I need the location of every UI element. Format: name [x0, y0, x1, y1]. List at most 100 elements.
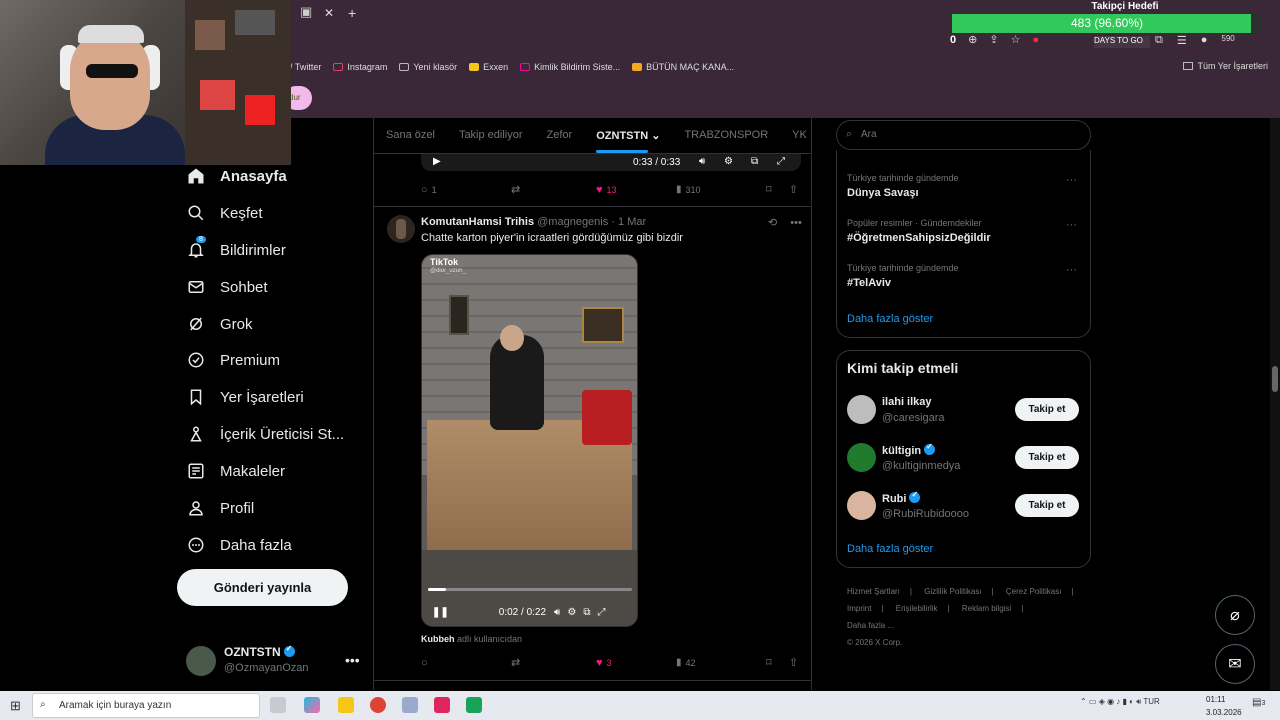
bookmark-tweet-icon[interactable]: ⌑ [766, 183, 789, 196]
footer-link[interactable]: Hizmet Şartları [847, 587, 900, 596]
explorer-icon[interactable] [338, 697, 354, 713]
star-icon[interactable]: ☆ [1011, 33, 1021, 46]
tweet-author[interactable]: KomutanHamsi Trihis @magnegenis · 1 Mar [421, 216, 646, 228]
nav-premium[interactable]: Premium [186, 350, 280, 370]
like-button[interactable]: ♥ 13 [596, 184, 676, 196]
app-icon[interactable] [434, 697, 450, 713]
avatar[interactable] [847, 443, 876, 472]
footer-link[interactable]: Daha fazla ... [847, 621, 894, 630]
fullscreen-icon[interactable]: ⤢ [597, 607, 605, 618]
avatar[interactable] [847, 395, 876, 424]
account-name[interactable]: OZNTSTN [224, 644, 295, 659]
bookmark-item[interactable]: Kimlik Bildirim Siste... [520, 62, 620, 72]
post-button[interactable]: Gönderi yayınla [177, 569, 348, 606]
settings-icon[interactable]: ⚙ [724, 156, 733, 167]
page-scrollbar[interactable] [1270, 118, 1280, 690]
nav-explore[interactable]: Keşfet [186, 203, 263, 223]
retweet-button[interactable]: ⇄ [511, 183, 596, 196]
nav-notifications[interactable]: 8 Bildirimler [186, 236, 286, 260]
messages-fab-button[interactable]: ✉ [1215, 644, 1255, 684]
bookmark-item[interactable]: / Twitter [290, 62, 321, 72]
nav-home[interactable]: Anasayfa [186, 166, 287, 186]
follow-button[interactable]: Takip et [1015, 446, 1079, 469]
reply-button[interactable]: ○ 1 [421, 184, 511, 196]
tweet-video[interactable]: TikTok @dior_uzun_ ❚❚ 0:02 / 0:22 🔊︎ ⚙ ⧉… [421, 254, 638, 627]
footer-link[interactable]: Reklam bilgisi [962, 604, 1011, 613]
tab-for-you[interactable]: Sana özel [374, 118, 447, 153]
more-icon[interactable]: ••• [790, 217, 802, 229]
all-bookmarks[interactable]: Tüm Yer İşaretleri [1183, 61, 1268, 71]
language-indicator[interactable]: TUR [1143, 697, 1159, 706]
account-more-icon[interactable]: ••• [345, 652, 360, 668]
search-input[interactable]: Ara [836, 120, 1091, 150]
puzzle-icon[interactable]: ⧉ [1155, 34, 1163, 47]
tab-close-icon[interactable]: ✕ [324, 6, 334, 20]
nav-chat[interactable]: Sohbet [186, 277, 268, 297]
trend-more-icon[interactable]: ··· [1066, 174, 1077, 186]
footer-link[interactable]: Imprint [847, 604, 871, 613]
views-button[interactable]: ▮ 310 [676, 184, 766, 195]
share-icon[interactable]: ⇪ [989, 33, 998, 46]
menu-icon[interactable]: ☰ [1177, 34, 1187, 47]
grok-fab-button[interactable]: ⌀ [1215, 595, 1255, 635]
suggestion-name[interactable]: ilahi ilkay [882, 396, 932, 408]
extension-red-icon[interactable]: ● [1032, 34, 1039, 46]
follow-show-more[interactable]: Daha fazla göster [847, 543, 933, 555]
bookmark-item[interactable]: BÜTÜN MAÇ KANA... [632, 62, 734, 72]
nav-bookmarks[interactable]: Yer İşaretleri [186, 387, 304, 407]
share-tweet-icon[interactable]: ⇧ [789, 656, 798, 669]
footer-link[interactable]: Çerez Politikası [1006, 587, 1062, 596]
grok-icon[interactable]: ⟲ [768, 217, 777, 229]
nav-profile[interactable]: Profil [186, 498, 254, 518]
avatar[interactable] [387, 215, 415, 243]
nav-creator-studio[interactable]: İçerik Üreticisi St... [186, 424, 344, 444]
chrome-icon[interactable] [370, 697, 386, 713]
nav-more[interactable]: Daha fazla [186, 535, 292, 555]
bookmark-tweet-icon[interactable]: ⌑ [766, 656, 789, 669]
trend-name[interactable]: Dünya Savaşı [847, 187, 919, 199]
trend-more-icon[interactable]: ··· [1066, 264, 1077, 276]
clock-date[interactable]: 3.03.2026 [1206, 708, 1242, 717]
trends-show-more[interactable]: Daha fazla göster [847, 313, 933, 325]
reply-button[interactable]: ○ [421, 657, 511, 669]
notification-center-icon[interactable]: ▤3 [1252, 697, 1265, 708]
footer-link[interactable]: Gizlilik Politikası [924, 587, 981, 596]
clock-time[interactable]: 01:11 [1206, 695, 1225, 704]
bookmark-item[interactable]: Instagram [333, 62, 387, 72]
taskview-icon[interactable] [270, 697, 286, 713]
volume-icon[interactable]: 🔊︎ [699, 156, 705, 167]
video-progress-bar[interactable] [428, 588, 632, 591]
tab-trabzonspor[interactable]: TRABZONSPOR [672, 118, 780, 153]
suggestion-name[interactable]: kültigin [882, 442, 936, 457]
nav-grok[interactable]: Grok [186, 314, 253, 334]
tab-yk[interactable]: YK [780, 118, 811, 153]
retweet-button[interactable]: ⇄ [511, 656, 596, 669]
nav-articles[interactable]: Makaleler [186, 461, 285, 481]
pause-icon[interactable]: ❚❚ [432, 607, 449, 618]
taskbar-search-input[interactable]: Aramak için buraya yazın [32, 693, 260, 718]
avatar[interactable] [186, 646, 216, 676]
settings-icon[interactable]: ⚙ [567, 607, 576, 618]
scrollbar-thumb[interactable] [1272, 366, 1278, 392]
follow-button[interactable]: Takip et [1015, 398, 1079, 421]
bookmark-item[interactable]: Exxen [469, 62, 508, 72]
tab-following[interactable]: Takip ediliyor [447, 118, 535, 153]
app-icon[interactable] [466, 697, 482, 713]
windows-start-icon[interactable]: ⊞ [10, 698, 21, 714]
zoom-icon[interactable]: ⊕ [968, 33, 977, 46]
days-to-go-extension[interactable]: DAYS TO GO [1094, 36, 1150, 48]
system-tray[interactable]: ⌃ ▭ ◈ ◉ ♪ ▮ ◐ 🔊︎ TUR [1080, 697, 1160, 707]
copilot-icon[interactable] [304, 697, 320, 713]
bookmark-item[interactable]: Yeni klasör [399, 62, 457, 72]
previous-video-controls[interactable]: ▶ 0:33 / 0:33 🔊︎ ⚙ ⧉ ⤢ [421, 154, 801, 171]
fullscreen-icon[interactable]: ⤢ [777, 156, 785, 167]
new-tab-button[interactable]: + [348, 5, 356, 21]
app-icon[interactable] [402, 697, 418, 713]
tab-ozntstn[interactable]: OZNTSTN ⌄ [584, 118, 672, 153]
trend-name[interactable]: #ÖğretmenSahipsizDeğildir [847, 232, 991, 244]
play-icon[interactable]: ▶ [433, 156, 441, 167]
trend-name[interactable]: #TelAviv [847, 277, 891, 289]
trend-more-icon[interactable]: ··· [1066, 219, 1077, 231]
profile-avatar-icon[interactable]: ● [1201, 34, 1208, 47]
pip-icon[interactable]: ⧉ [583, 607, 590, 618]
